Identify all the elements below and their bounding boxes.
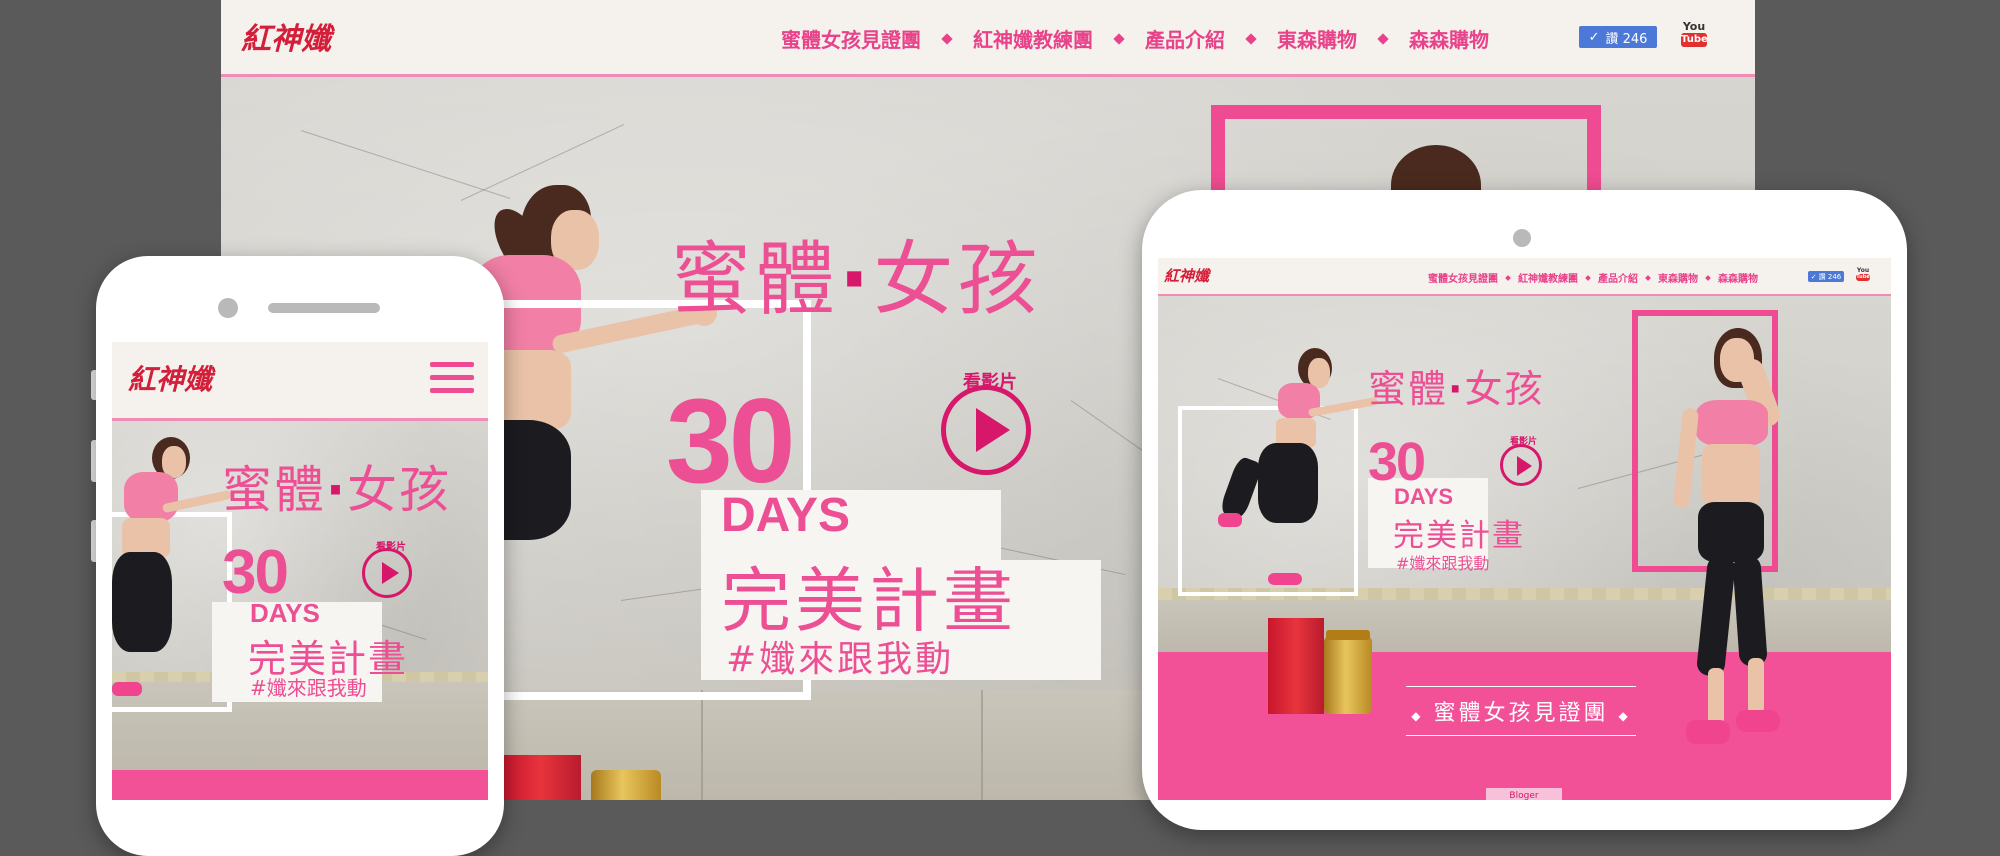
play-icon [1517,456,1532,476]
tablet-product-box-image [1268,618,1324,714]
tablet-brand-logo[interactable]: 紅神孅 [1164,265,1209,286]
hero-title-right: 女孩 [873,233,1042,326]
phone-brand-logo[interactable]: 紅神孅 [128,358,212,398]
nav-item-products[interactable]: 產品介紹 [1145,24,1225,53]
nav-item-coach-team[interactable]: 紅神孅教練團 [973,24,1093,53]
days-number: 30 [666,374,795,508]
nav-item-etmall[interactable]: 東森購物 [1277,24,1357,53]
tablet-nav-item-coach-team[interactable]: 紅神孅教練團 [1518,270,1578,285]
tablet-nav: 蜜體女孩見證團 紅神孅教練團 產品介紹 東森購物 森森購物 [1428,270,1758,285]
tablet-nav-item-mitii-girls[interactable]: 蜜體女孩見證團 [1428,270,1498,285]
tablet-nav-item-etmall[interactable]: 東森購物 [1658,270,1698,285]
nav-item-senshop[interactable]: 森森購物 [1409,24,1489,53]
tablet-nav-item-senshop[interactable]: 森森購物 [1718,270,1758,285]
tablet-youtube-icon[interactable]: You Tube [1856,267,1870,281]
tablet-like-button[interactable]: ✓ 讚 246 [1808,271,1844,282]
camera-icon [1513,229,1531,247]
brand-logo[interactable]: 紅神孅 [241,14,331,58]
youtube-icon[interactable]: You Tube [1681,20,1708,47]
tablet-days-label: DAYS [1394,484,1454,509]
days-label: DAYS [721,489,850,542]
tablet-plan-title: 完美計畫 [1393,518,1525,554]
tablet-screen: 紅神孅 蜜體女孩見證團 紅神孅教練團 產品介紹 東森購物 森森購物 ✓ 讚 246… [1158,258,1891,800]
play-icon [382,562,399,584]
product-box-image [501,755,581,800]
tablet-hashtag-text: #孅來跟我動 [1396,554,1490,573]
check-icon: ✓ [1810,272,1817,281]
phone-screen: 紅神孅 蜜體·女孩 30 DAYS 完美計畫 #孅來跟我動 看影片 [112,342,488,800]
tablet-play-video-button[interactable] [1500,444,1542,486]
phone-days-label: DAYS [250,598,320,628]
tablet-section-title: ◆ 蜜體女孩見證團 ◆ [1406,686,1636,736]
play-icon [976,408,1010,452]
phone-header: 紅神孅 [112,342,488,421]
camera-icon [218,298,238,318]
product-bottle-image [591,770,661,800]
tablet-nav-item-products[interactable]: 產品介紹 [1598,270,1638,285]
tablet-product-bottle-image [1324,636,1372,714]
like-count: 讚 246 [1605,31,1648,47]
bloger-tab[interactable]: Bloger [1486,788,1562,800]
nav-item-mitii-girls[interactable]: 蜜體女孩見證團 [781,24,921,53]
tablet-header: 紅神孅 蜜體女孩見證團 紅神孅教練團 產品介紹 東森購物 森森購物 ✓ 讚 246… [1158,258,1891,296]
speaker-icon [268,303,380,313]
tablet-hero-title: 蜜體·女孩 [1368,367,1545,411]
desktop-nav: 蜜體女孩見證團 紅神孅教練團 產品介紹 東森購物 森森購物 [781,24,1489,53]
hero-title: 蜜體·女孩 [671,233,1042,326]
phone-hero-title: 蜜體·女孩 [222,461,451,519]
play-video-button[interactable] [941,385,1031,475]
like-button[interactable]: ✓ 讚 246 [1579,26,1657,48]
hero-title-left: 蜜體 [671,233,839,326]
hashtag-text: #孅來跟我動 [726,639,955,680]
check-icon: ✓ [1588,29,1600,45]
phone-play-video-button[interactable] [362,548,412,598]
tablet-days-number: 30 [1368,432,1426,492]
hamburger-menu-icon[interactable] [430,362,474,393]
desktop-header: 紅神孅 蜜體女孩見證團 紅神孅教練團 產品介紹 東森購物 森森購物 ✓ 讚 24… [221,0,1755,77]
phone-days-number: 30 [222,538,289,607]
phone-hashtag-text: #孅來跟我動 [250,676,367,700]
